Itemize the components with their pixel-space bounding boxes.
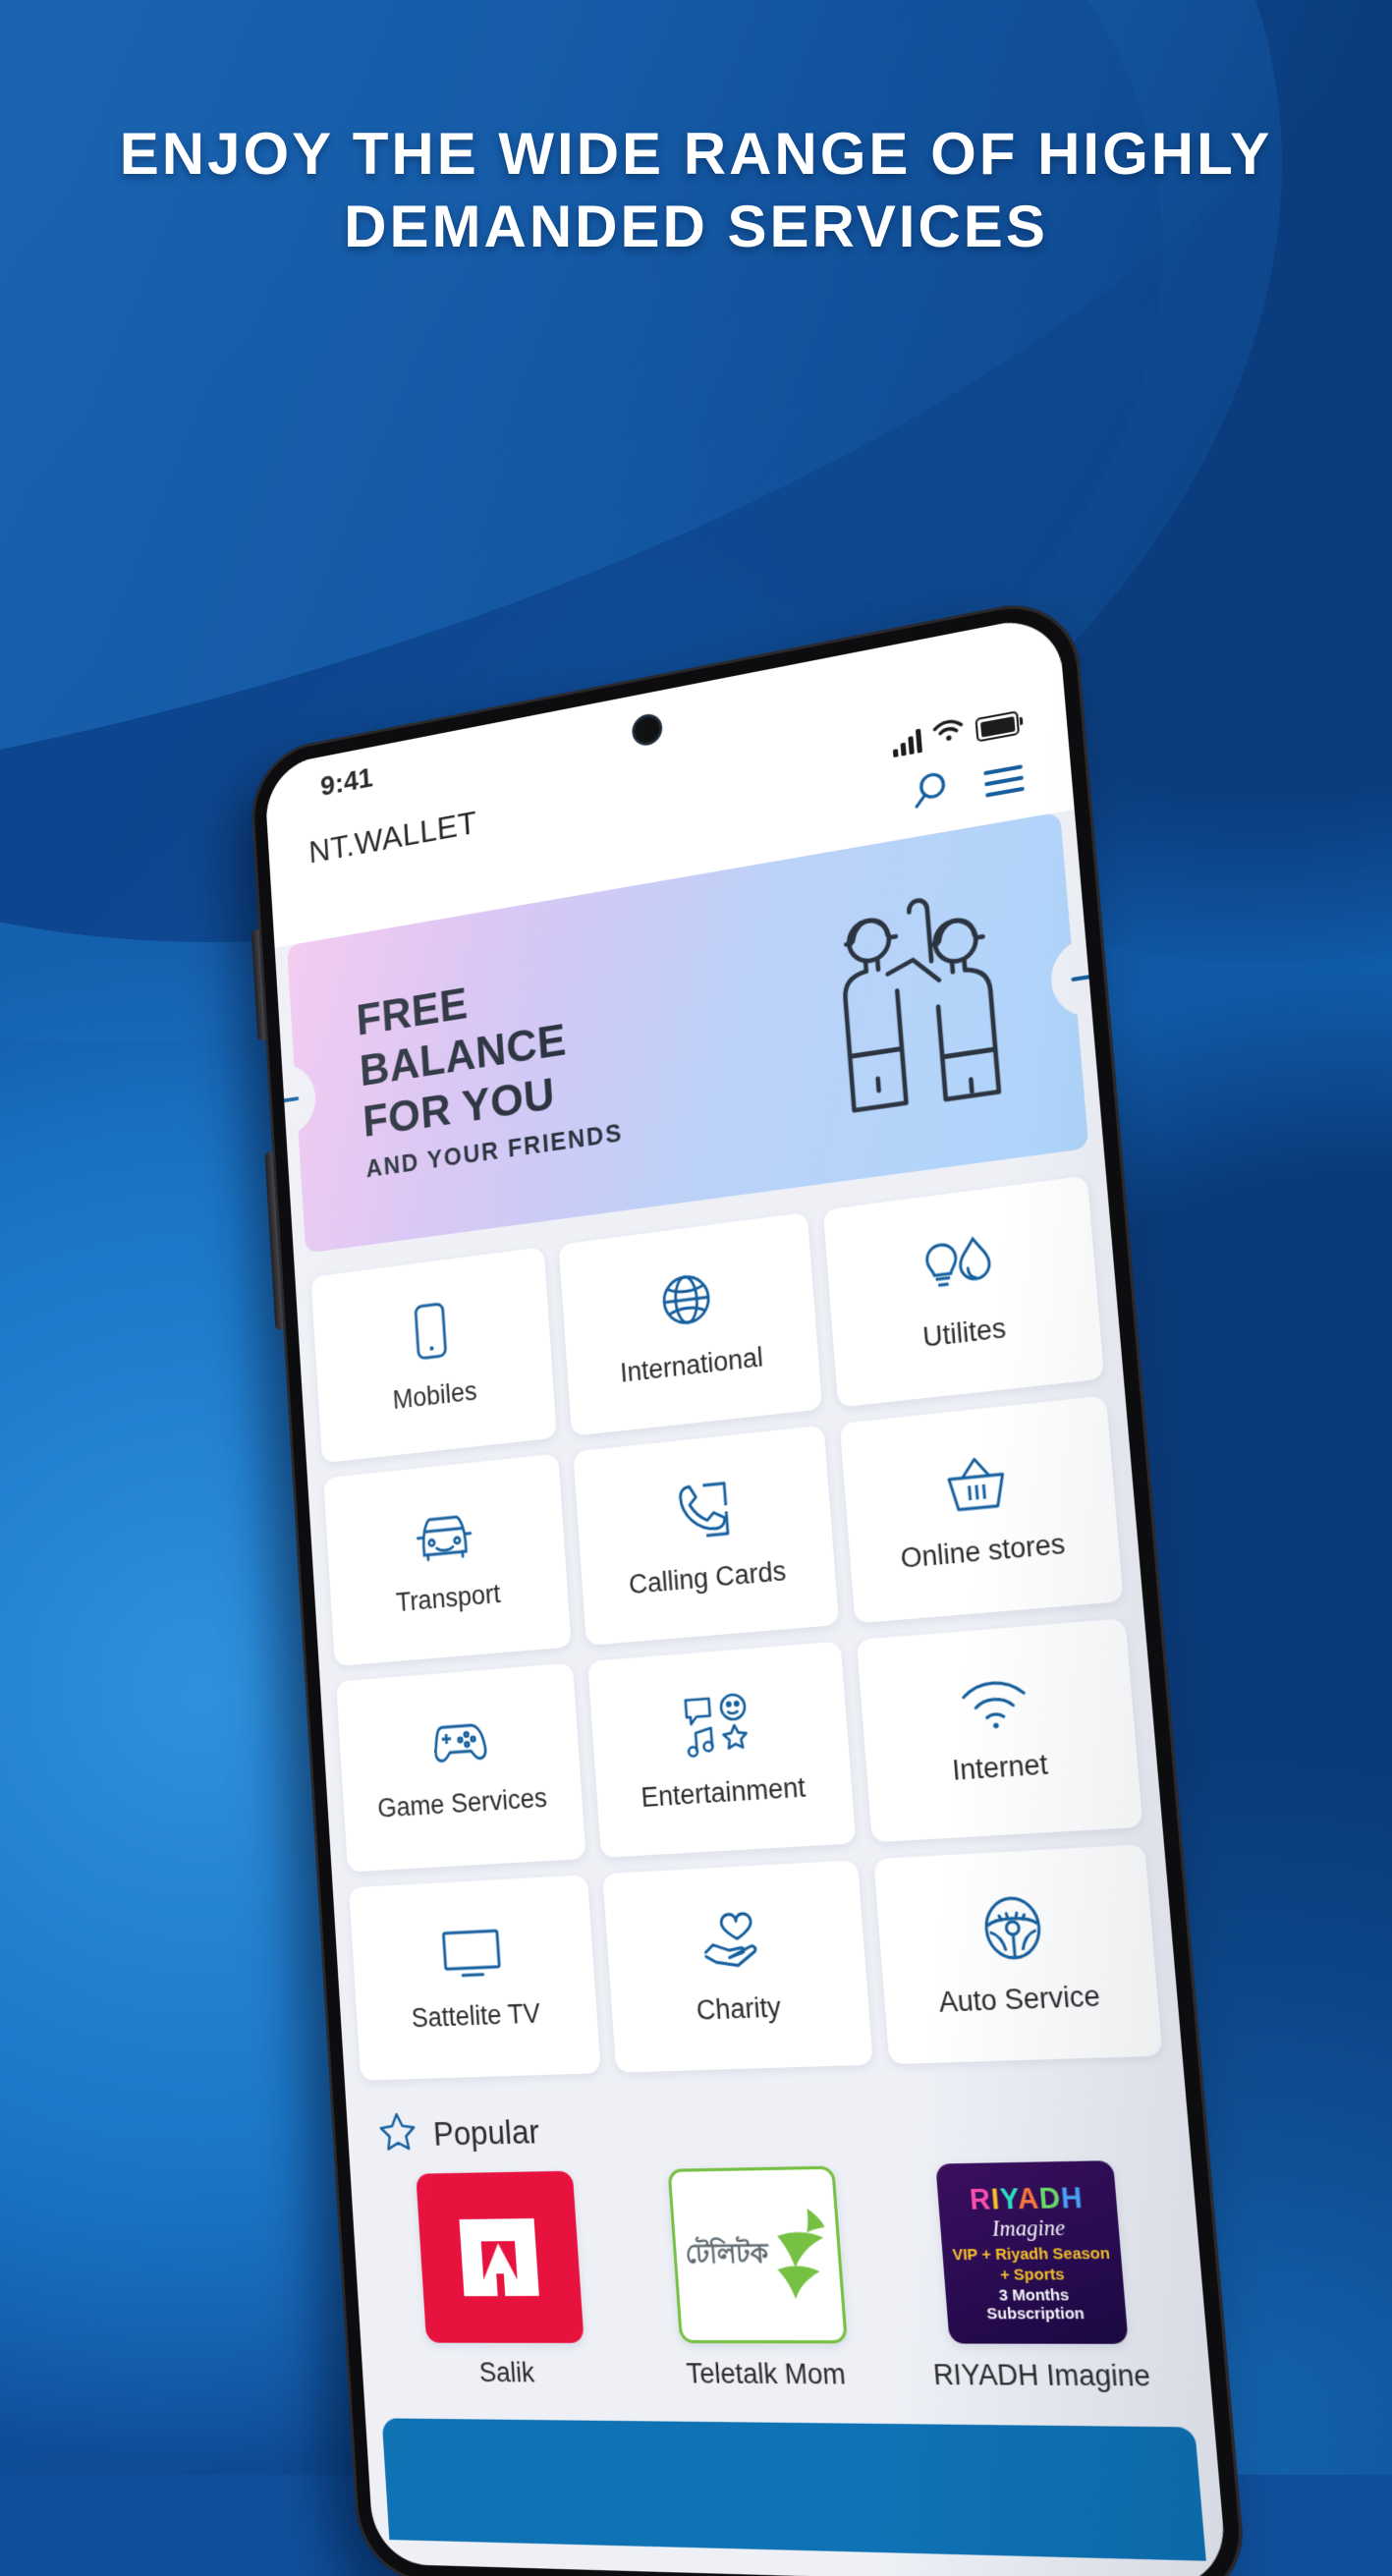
globe-icon: [655, 1266, 717, 1338]
popular-item-name: Teletalk Mom: [685, 2357, 847, 2390]
popular-item-name: RIYADH Imagine: [931, 2358, 1152, 2393]
two-people-high-five-icon: [820, 879, 1030, 1124]
services-grid: Mobiles International Utilites Transport…: [294, 1147, 1183, 2088]
service-tile-game-services[interactable]: Game Services: [336, 1662, 586, 1873]
telephone-handset-icon: [670, 1477, 735, 1549]
service-tile-calling-cards[interactable]: Calling Cards: [573, 1425, 839, 1647]
popular-title: Popular: [431, 2111, 541, 2153]
service-label: Transport: [395, 1578, 502, 1618]
service-label: Online stores: [899, 1528, 1067, 1575]
service-tile-internet[interactable]: Internet: [856, 1618, 1143, 1843]
popular-item-teletalk[interactable]: টেলিটক Teletalk Mom: [631, 2165, 891, 2392]
salik-logo: [416, 2170, 585, 2343]
television-icon: [437, 1925, 506, 1987]
bulb-waterdrop-icon: [919, 1232, 998, 1306]
service-label: Mobiles: [391, 1375, 478, 1416]
signal-bars-icon: [892, 728, 923, 758]
service-tile-sattelite-tv[interactable]: Sattelite TV: [349, 1875, 602, 2081]
service-label: Internet: [951, 1748, 1049, 1787]
service-label: Auto Service: [937, 1980, 1102, 2019]
hand-heart-icon: [698, 1909, 768, 1979]
phone-screen: 9:41 NT.WALLET FREE BALANCE FOR YOU AND …: [263, 612, 1229, 2576]
popular-item-salik[interactable]: Salik: [381, 2170, 625, 2390]
riyadh-imagine-logo: RIYADH Imagine VIP + Riyadh Season + Spo…: [934, 2160, 1129, 2344]
service-tile-online-stores[interactable]: Online stores: [839, 1395, 1124, 1624]
riyadh-logo-script: Imagine: [990, 2213, 1067, 2241]
service-label: Entertainment: [640, 1771, 807, 1814]
chat-music-star-icon: [681, 1691, 754, 1764]
status-time: 9:41: [319, 761, 374, 803]
phone-mockup-stage: 9:41 NT.WALLET FREE BALANCE FOR YOU AND …: [0, 0, 1392, 2576]
service-tile-entertainment[interactable]: Entertainment: [587, 1641, 857, 1858]
teletalk-logo-text: টেলিটক: [684, 2237, 770, 2269]
popular-item-riyadh-imagine[interactable]: RIYADH Imagine VIP + Riyadh Season + Spo…: [896, 2159, 1175, 2393]
service-label: Sattelite TV: [410, 1997, 541, 2034]
hamburger-menu-icon[interactable]: [983, 763, 1025, 798]
riyadh-logo-word: RIYADH: [968, 2181, 1085, 2215]
wifi-icon: [959, 1677, 1032, 1737]
mobile-phone-icon: [405, 1299, 456, 1369]
service-label: International: [619, 1341, 764, 1388]
wifi-icon: [932, 716, 965, 751]
service-tile-utilites[interactable]: Utilites: [822, 1175, 1105, 1408]
service-tile-mobiles[interactable]: Mobiles: [310, 1246, 558, 1464]
search-icon[interactable]: [908, 767, 952, 819]
service-label: Utilites: [921, 1313, 1008, 1353]
service-tile-charity[interactable]: Charity: [602, 1860, 873, 2073]
riyadh-logo-line-1: VIP + Riyadh Season: [951, 2243, 1111, 2265]
service-tile-transport[interactable]: Transport: [323, 1453, 573, 1667]
star-icon: [377, 2111, 418, 2159]
shopping-basket-icon: [942, 1451, 1011, 1523]
riyadh-logo-line-2: + Sports: [999, 2265, 1066, 2284]
service-label: Charity: [695, 1991, 782, 2027]
promo-banner-text: FREE BALANCE FOR YOU AND YOUR FRIENDS: [291, 953, 624, 1193]
phone-device: 9:41 NT.WALLET FREE BALANCE FOR YOU AND …: [248, 591, 1250, 2576]
popular-item-name: Salik: [478, 2357, 536, 2388]
steering-wheel-icon: [980, 1893, 1047, 1967]
service-tile-international[interactable]: International: [558, 1211, 822, 1436]
popular-items-row: Salik টেলিটক Teletalk Mom RIYADH Imagine…: [351, 2159, 1212, 2394]
bottom-action-bar[interactable]: [381, 2418, 1206, 2561]
service-tile-auto-service[interactable]: Auto Service: [872, 1844, 1163, 2065]
car-icon: [411, 1505, 478, 1571]
teletalk-logo: টেলিটক: [667, 2165, 848, 2344]
service-label: Calling Cards: [628, 1555, 788, 1600]
service-label: Game Services: [376, 1782, 548, 1823]
gamepad-icon: [423, 1716, 491, 1775]
battery-icon: [974, 710, 1021, 743]
riyadh-logo-line-3: 3 Months Subscription: [985, 2285, 1086, 2324]
